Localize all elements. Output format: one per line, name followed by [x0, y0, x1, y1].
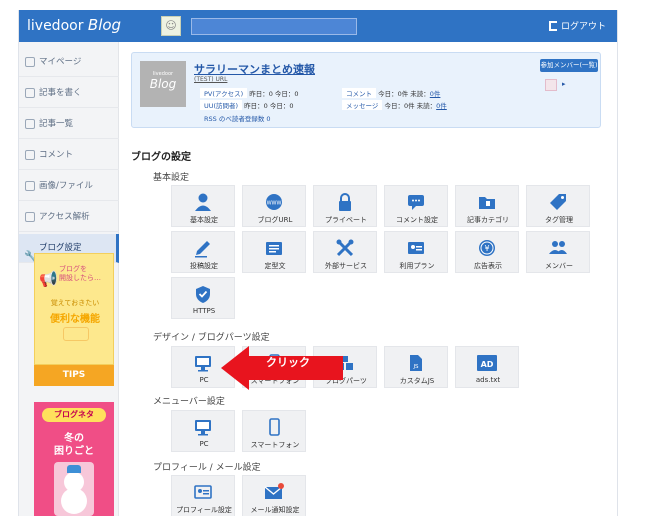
tips-banner-headline: ブログを 開設したら… [59, 265, 101, 282]
tips-banner[interactable]: 📢 ブログを 開設したら… 覚えておきたい 便利な機能 [34, 253, 114, 365]
pencil-icon [195, 241, 210, 258]
snowman-head [64, 472, 84, 492]
sidebar-item-comments[interactable]: コメント [19, 141, 119, 170]
tile-mail-notification[interactable]: メール通知設定 [242, 475, 306, 516]
pen-icon [25, 88, 35, 98]
main-content: livedoor Blog サラリーマンまとめ速報 (TEST) URL PV(ア… [119, 42, 617, 516]
uu-stat: UU(訪問者) 昨日：0 今日：0 [200, 100, 294, 110]
tile-menubar-pc[interactable]: PC [171, 410, 235, 452]
tile-https[interactable]: HTTPS [171, 277, 235, 319]
message-stat: メッセージ 今日：0件 未読：0件 [342, 100, 447, 110]
lock-icon [339, 193, 351, 211]
folder-icon [479, 197, 495, 209]
yen-coin-icon: ¥ [479, 240, 495, 256]
users-icon [549, 241, 567, 254]
globe-icon: WWW [266, 194, 282, 210]
top-bar: livedoor Blog ☺ ログアウト [19, 10, 617, 42]
tips-banner-big: 便利な機能 [50, 314, 100, 325]
svg-text:WWW: WWW [267, 201, 282, 207]
js-file-icon: JS [410, 355, 422, 371]
id-card-icon [408, 242, 424, 254]
user-icon [195, 193, 211, 211]
tile-comment-settings[interactable]: コメント設定 [384, 185, 448, 227]
unread-messages-link[interactable]: 0件 [436, 102, 447, 110]
sidebar-item-articles[interactable]: 記事一覧 [19, 110, 119, 139]
pv-stat: PV(アクセス) 昨日：0 今日：0 [200, 88, 299, 98]
rss-reader-count[interactable]: RSS のべ読者登録数 0 [204, 113, 271, 123]
sidebar-item-files[interactable]: 画像/ファイル [19, 172, 119, 201]
tile-post-settings[interactable]: 投稿設定 [171, 231, 235, 273]
logout-link[interactable]: ログアウト [549, 19, 606, 32]
shield-check-icon [196, 286, 210, 303]
design-settings-heading: デザイン / ブログパーツ設定 [153, 333, 270, 343]
comment-stat: コメント 今日：0件 未読：0件 [342, 88, 440, 98]
blog-url-link[interactable]: (TEST) URL [194, 76, 227, 83]
blog-neta-banner[interactable]: ブログネタ 冬の 困りごと [34, 402, 114, 516]
sidebar-item-analytics[interactable]: アクセス解析 [19, 203, 119, 232]
tile-ad-display[interactable]: ¥ 広告表示 [455, 231, 519, 273]
sidebar-item-write[interactable]: 記事を書く [19, 79, 119, 108]
svg-text:JS: JS [412, 364, 419, 370]
megaphone-icon: 📢 [39, 270, 58, 288]
brand-logo[interactable]: livedoor Blog [27, 16, 121, 34]
tips-button[interactable]: TIPS [34, 365, 114, 386]
user-avatar[interactable]: ☺ [161, 16, 181, 36]
menubar-settings-heading: メニューバー設定 [153, 397, 225, 407]
blog-thumbnail[interactable]: livedoor Blog [140, 61, 186, 107]
snowman-hat-icon [67, 465, 81, 473]
unread-comments-link[interactable]: 0件 [430, 90, 441, 98]
svg-text:¥: ¥ [484, 244, 489, 253]
monitor-icon [195, 420, 211, 436]
tile-profile-settings[interactable]: プロフィール設定 [171, 475, 235, 516]
tile-menubar-smartphone[interactable]: スマートフォン [242, 410, 306, 452]
member-avatar[interactable] [545, 79, 557, 91]
blog-summary-card: livedoor Blog サラリーマンまとめ速報 (TEST) URL PV(ア… [131, 52, 601, 128]
app-frame: livedoor Blog ☺ ログアウト マイページ 記事を書く 記事一覧 コ… [18, 10, 618, 516]
comment-icon [25, 150, 35, 160]
blog-title-link[interactable]: サラリーマンまとめ速報 [194, 61, 315, 77]
tile-article-category[interactable]: 記事カテゴリ [455, 185, 519, 227]
blog-neta-pill: ブログネタ [42, 408, 106, 422]
ad-icon: AD [477, 355, 497, 371]
tools-icon [336, 239, 354, 257]
smartphone-icon [269, 418, 280, 436]
basic-settings-heading: 基本設定 [153, 173, 190, 183]
blog-settings-heading: ブログの設定 [131, 152, 191, 163]
tile-basic-settings[interactable]: 基本設定 [171, 185, 235, 227]
bar-chart-icon [25, 212, 35, 222]
tile-plan[interactable]: 利用プラン [384, 231, 448, 273]
tile-custom-js[interactable]: JS カスタムJS [384, 346, 448, 388]
tile-ads-txt[interactable]: AD ads.txt [455, 346, 519, 388]
logout-icon [549, 21, 557, 31]
member-list-button[interactable]: 参加メンバー(一覧) [540, 59, 598, 72]
home-icon [25, 57, 35, 67]
tag-icon [550, 194, 566, 210]
mail-notification-icon [264, 483, 284, 499]
profile-card-icon [194, 485, 212, 499]
document-icon [266, 242, 282, 255]
tile-blog-url[interactable]: WWW ブログURL [242, 185, 306, 227]
caret-right-icon[interactable]: ▸ [562, 80, 566, 88]
tile-tag-management[interactable]: タグ管理 [526, 185, 590, 227]
book-icon [63, 327, 89, 341]
svg-text:AD: AD [481, 360, 494, 369]
chat-bubble-icon [408, 195, 424, 210]
profile-settings-heading: プロフィール / メール設定 [153, 463, 261, 473]
tile-external-services[interactable]: 外部サービス [313, 231, 377, 273]
tile-template-text[interactable]: 定型文 [242, 231, 306, 273]
sidebar-item-mypage[interactable]: マイページ [19, 48, 119, 77]
monitor-icon [195, 356, 211, 372]
blog-neta-line2: 困りごと [54, 446, 94, 457]
tile-members[interactable]: メンバー [526, 231, 590, 273]
list-icon [25, 119, 35, 129]
click-arrow-label: クリック [266, 356, 310, 369]
blurred-account-name [191, 18, 357, 35]
image-icon [25, 181, 35, 191]
tips-banner-sub: 覚えておきたい [50, 299, 100, 307]
tile-private[interactable]: プライベート [313, 185, 377, 227]
